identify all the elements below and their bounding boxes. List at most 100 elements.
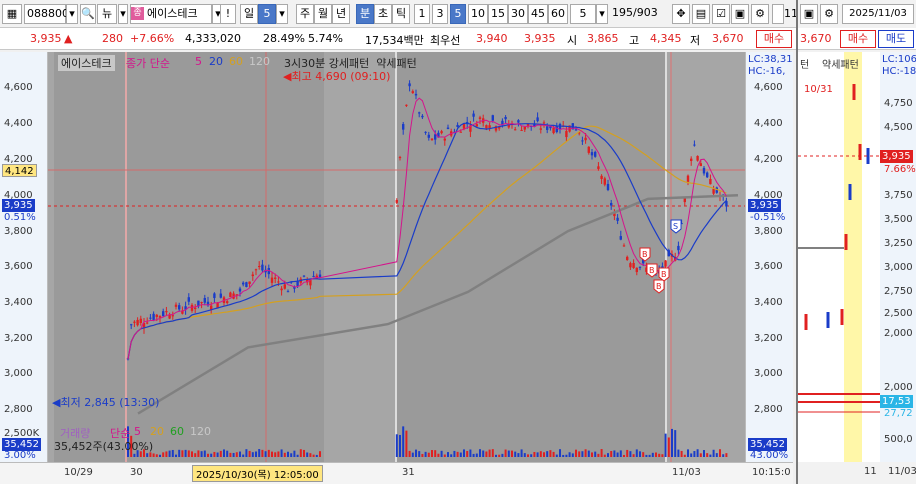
volume-bar <box>264 451 267 457</box>
candle-body <box>622 245 626 247</box>
interval-60[interactable]: 60 <box>548 4 568 24</box>
checkbox-icon[interactable]: ☑ <box>712 4 730 24</box>
toolbar: ▦ 088800 ▾ 🔍 뉴 ▾ 에이스테크 종 ▾ ! 일 5 ▾ 주 월 년… <box>0 0 916 28</box>
volume-bar <box>514 451 517 457</box>
volume-bar <box>258 449 261 457</box>
volume-bar <box>411 452 414 457</box>
candle-body <box>603 178 606 185</box>
low-note: 최저 2,845 (13:30) <box>60 396 160 409</box>
volume-bar <box>674 430 677 457</box>
alert-icon[interactable]: ! <box>220 4 236 24</box>
volume-bar <box>255 451 257 457</box>
volume-bar <box>706 453 709 457</box>
time-axis: 10/29 30 2025/10/30(목) 12:05:00 31 11/03… <box>0 462 793 484</box>
interval-10[interactable]: 10 <box>468 4 488 24</box>
multiplier-dropdown-icon[interactable]: ▾ <box>276 4 288 24</box>
secondary-candle <box>804 314 808 330</box>
lc-label: LC:38,31 <box>748 54 793 65</box>
candle-body <box>251 274 254 277</box>
crosshair-icon[interactable]: ✥ <box>672 4 690 24</box>
candle-body <box>139 318 142 324</box>
gear-icon[interactable]: ⚙ <box>751 4 769 24</box>
candle-body <box>302 275 306 277</box>
volume-bar <box>187 450 190 457</box>
candle-body <box>616 217 619 221</box>
day-band <box>396 52 666 462</box>
secondary-date-note: 10/31 <box>804 84 833 95</box>
period-tick[interactable]: 틱 <box>392 4 410 24</box>
interval-3[interactable]: 3 <box>432 4 448 24</box>
secondary-vol-tick: 500,0 <box>884 434 913 445</box>
candle-body <box>546 126 549 130</box>
save-icon[interactable]: ▣ <box>800 4 818 24</box>
x-label: 31 <box>402 467 415 478</box>
volume-bar <box>168 450 171 457</box>
secondary-buy-button[interactable]: 매수 <box>840 30 876 48</box>
interval-15[interactable]: 15 <box>488 4 508 24</box>
secondary-y-tick: 3,250 <box>884 238 913 249</box>
volume-bar <box>571 453 574 457</box>
candle-body <box>475 124 478 127</box>
search-icon[interactable]: 🔍 <box>80 4 96 24</box>
volume-bar <box>715 453 718 457</box>
candle-body <box>587 146 590 153</box>
interval-30[interactable]: 30 <box>508 4 528 24</box>
interval-5[interactable]: 5 <box>450 4 466 24</box>
y-tick-right: 3,000 <box>754 368 783 379</box>
period-day[interactable]: 일 <box>240 4 258 24</box>
buy-button[interactable]: 매수 <box>756 30 792 48</box>
candle-body <box>155 314 158 317</box>
interval-dropdown-icon[interactable]: ▾ <box>596 4 608 24</box>
checkbox[interactable] <box>772 4 784 24</box>
secondary-y-tick: 4,750 <box>884 98 913 109</box>
period-year[interactable]: 년 <box>332 4 350 24</box>
news-dropdown-icon[interactable]: ▾ <box>118 4 128 24</box>
volume-bar <box>437 453 440 457</box>
period-multiplier[interactable]: 5 <box>258 4 276 24</box>
candle-body <box>398 157 402 159</box>
interval-input[interactable]: 5 <box>570 4 596 24</box>
volume-bar <box>719 449 721 457</box>
chart-menu-icon[interactable]: ▦ <box>2 4 22 24</box>
candle-body <box>277 281 280 283</box>
candle-body <box>664 260 667 267</box>
gear-icon[interactable]: ⚙ <box>820 4 838 24</box>
volume-bar <box>261 449 264 457</box>
volume-bar <box>405 430 408 457</box>
stock-code-input[interactable]: 088800 <box>24 4 69 24</box>
grid-icon[interactable]: ▤ <box>692 4 710 24</box>
change-amount: 280 <box>102 32 123 45</box>
y-tick: 3,800 <box>4 226 33 237</box>
y-tick-right: 2,800 <box>754 404 783 415</box>
volume-bar <box>709 454 712 457</box>
volume-bar <box>219 450 222 457</box>
period-minute[interactable]: 분 <box>356 4 374 24</box>
volume-bar <box>552 451 555 457</box>
period-second[interactable]: 초 <box>374 4 392 24</box>
period-week[interactable]: 주 <box>296 4 314 24</box>
y-tick: 3,600 <box>4 261 33 272</box>
volume-bar <box>303 449 305 457</box>
open-label: 시 <box>567 34 578 47</box>
volume-bar <box>607 453 609 457</box>
volume-bar <box>623 454 625 457</box>
open-price: 3,865 <box>587 32 619 45</box>
volume-bar <box>584 449 587 457</box>
news-button[interactable]: 뉴 <box>97 4 117 24</box>
interval-1[interactable]: 1 <box>414 4 430 24</box>
candle-body <box>488 125 491 129</box>
date-input[interactable]: 2025/11/03 <box>842 4 914 24</box>
period-month[interactable]: 월 <box>314 4 332 24</box>
count-display[interactable]: 195/903 <box>612 4 666 24</box>
interval-45[interactable]: 45 <box>528 4 548 24</box>
secondary-sell-button[interactable]: 매도 <box>878 30 914 48</box>
volume-bar <box>203 450 206 457</box>
candle-body <box>446 127 450 129</box>
code-dropdown-icon[interactable]: ▾ <box>66 4 78 24</box>
volume-bar <box>603 454 606 457</box>
save-icon[interactable]: ▣ <box>731 4 749 24</box>
vol-ma60: 60 <box>170 425 184 438</box>
candle-body <box>194 307 197 310</box>
volume-bar <box>312 454 315 457</box>
y-tick-right: 4,400 <box>754 118 783 129</box>
